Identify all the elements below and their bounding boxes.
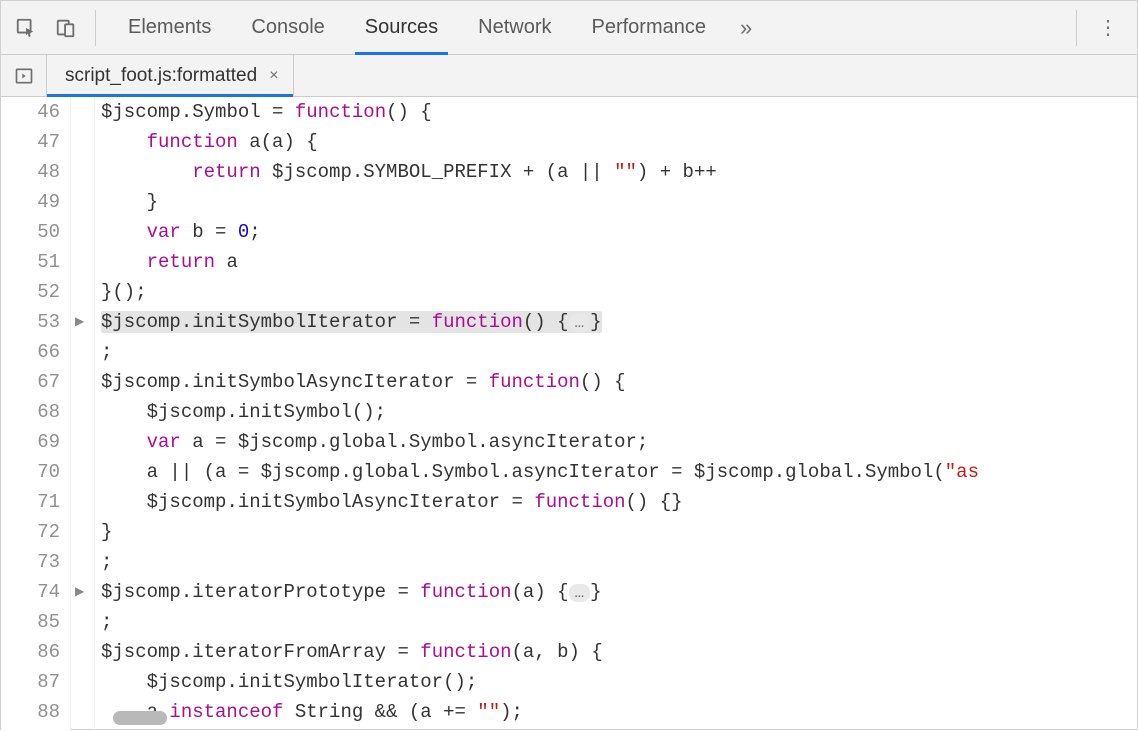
code-editor[interactable]: 4647484950515253666768697071727374858687…	[1, 97, 1137, 731]
file-tab-label: script_foot.js:formatted	[65, 65, 257, 87]
navigator-toggle-icon[interactable]	[1, 55, 47, 96]
tab-console[interactable]: Console	[231, 1, 344, 54]
toolbar-separator	[1076, 10, 1077, 46]
more-options-icon[interactable]: ⋮	[1089, 15, 1129, 40]
tab-sources[interactable]: Sources	[345, 1, 458, 54]
tabs-overflow-icon[interactable]: »	[726, 15, 766, 41]
close-icon[interactable]: ×	[269, 67, 278, 85]
devtools-toolbar: Elements Console Sources Network Perform…	[1, 1, 1137, 55]
tab-elements[interactable]: Elements	[108, 1, 231, 54]
fold-toggle-icon[interactable]: ▶	[75, 577, 84, 607]
fold-gutter: ▶▶	[71, 97, 95, 731]
device-toggle-icon[interactable]	[49, 11, 83, 45]
code-content[interactable]: $jscomp.Symbol = function() { function a…	[95, 97, 1137, 731]
file-tab[interactable]: script_foot.js:formatted ×	[47, 55, 294, 96]
horizontal-scrollbar[interactable]	[113, 711, 167, 725]
fold-toggle-icon[interactable]: ▶	[75, 307, 84, 337]
file-tab-bar: script_foot.js:formatted ×	[1, 55, 1137, 97]
tab-performance[interactable]: Performance	[572, 1, 727, 54]
inspect-icon[interactable]	[9, 11, 43, 45]
panel-tabs: Elements Console Sources Network Perform…	[108, 1, 1064, 54]
tab-network[interactable]: Network	[458, 1, 571, 54]
line-number-gutter: 4647484950515253666768697071727374858687…	[1, 97, 71, 731]
toolbar-separator	[95, 10, 96, 46]
